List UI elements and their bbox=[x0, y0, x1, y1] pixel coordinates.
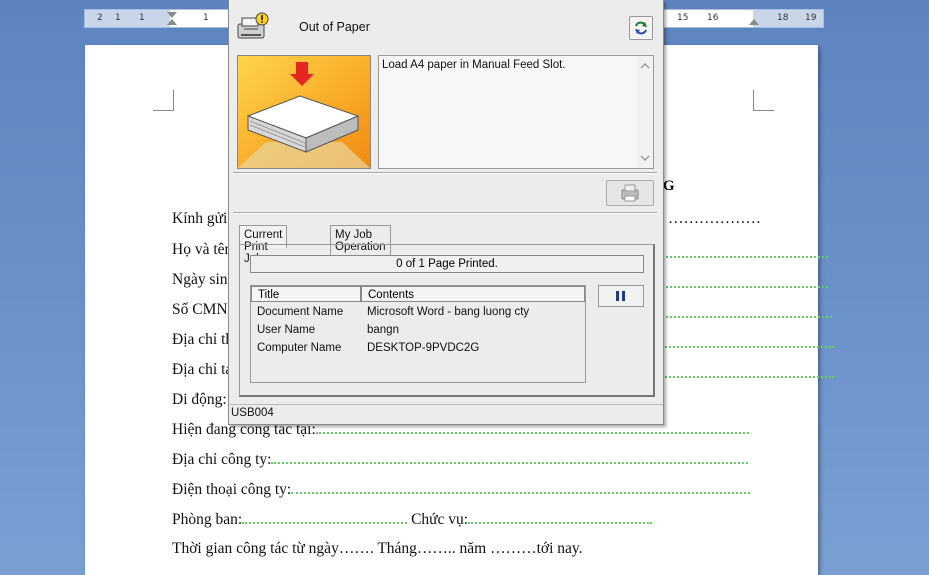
tab-panel: 0 of 1 Page Printed. Title Contents Docu… bbox=[239, 244, 655, 397]
ruler-tick: 1 bbox=[203, 13, 209, 23]
first-line-indent-marker[interactable] bbox=[167, 12, 177, 18]
paper-tray-illustration bbox=[237, 55, 371, 169]
dialog-title: Out of Paper bbox=[299, 20, 370, 34]
pause-icon-bar bbox=[622, 291, 625, 301]
doc-line: Di động: bbox=[172, 391, 227, 408]
refresh-button[interactable] bbox=[629, 16, 653, 40]
doc-line: Ngày sin bbox=[172, 271, 828, 289]
right-indent-marker[interactable] bbox=[749, 19, 759, 25]
status-bar bbox=[229, 404, 663, 405]
column-header-contents[interactable]: Contents bbox=[361, 286, 585, 302]
crop-mark bbox=[153, 90, 174, 111]
table-row-contents: DESKTOP-9PVDC2G bbox=[367, 342, 480, 354]
ruler-tick: 1 bbox=[139, 13, 145, 23]
divider bbox=[233, 172, 657, 174]
ruler-tick: 2 bbox=[97, 13, 103, 23]
doc-line: Địa chỉ th bbox=[172, 331, 834, 349]
table-row-contents: bangn bbox=[367, 324, 399, 336]
refresh-icon bbox=[635, 21, 647, 35]
ruler-tick: 18 bbox=[777, 13, 789, 23]
ruler-tick: 16 bbox=[707, 13, 719, 23]
table-row-title: Document Name bbox=[257, 306, 344, 318]
table-row-contents: Microsoft Word - bang luong cty bbox=[367, 306, 530, 318]
ruler-tick: 1 bbox=[115, 13, 121, 23]
message-scrollbar[interactable] bbox=[637, 56, 653, 168]
status-message: Load A4 paper in Manual Feed Slot. bbox=[382, 59, 566, 71]
print-progress: 0 of 1 Page Printed. bbox=[250, 255, 644, 273]
doc-line: Phòng ban: Chức vụ: bbox=[172, 511, 653, 529]
ruler-tick: 19 bbox=[805, 13, 817, 23]
status-message-box[interactable]: Load A4 paper in Manual Feed Slot. bbox=[378, 55, 654, 169]
doc-line: Địa chỉ ta bbox=[172, 361, 834, 379]
doc-line: Kính gửi……………… bbox=[172, 210, 761, 227]
crop-mark bbox=[753, 90, 774, 111]
pause-icon bbox=[616, 291, 619, 301]
printer-warning-icon bbox=[237, 12, 269, 39]
printer-status-dialog[interactable]: Out of Paper Load A4 paper in Manual Fee… bbox=[228, 0, 664, 425]
print-button[interactable] bbox=[606, 180, 654, 206]
ruler-tick: 15 bbox=[677, 13, 689, 23]
column-header-title[interactable]: Title bbox=[251, 286, 361, 302]
doc-line: Họ và tên bbox=[172, 241, 828, 259]
doc-line: Số CMN bbox=[172, 301, 832, 319]
pause-button[interactable] bbox=[598, 285, 644, 307]
table-row-title: Computer Name bbox=[257, 342, 342, 354]
doc-line: Thời gian công tác từ ngày……. Tháng…….. … bbox=[172, 540, 583, 557]
table-row-title: User Name bbox=[257, 324, 316, 336]
port-status: USB004 bbox=[231, 407, 274, 419]
doc-line: Địa chỉ công ty: bbox=[172, 451, 749, 469]
divider bbox=[233, 212, 657, 214]
printer-icon bbox=[621, 184, 639, 202]
job-info-table: Title Contents Document Name Microsoft W… bbox=[250, 285, 586, 383]
doc-line: Điện thoại công ty: bbox=[172, 481, 751, 499]
hanging-indent-marker[interactable] bbox=[167, 19, 177, 25]
scroll-arrows-icon bbox=[640, 62, 650, 162]
